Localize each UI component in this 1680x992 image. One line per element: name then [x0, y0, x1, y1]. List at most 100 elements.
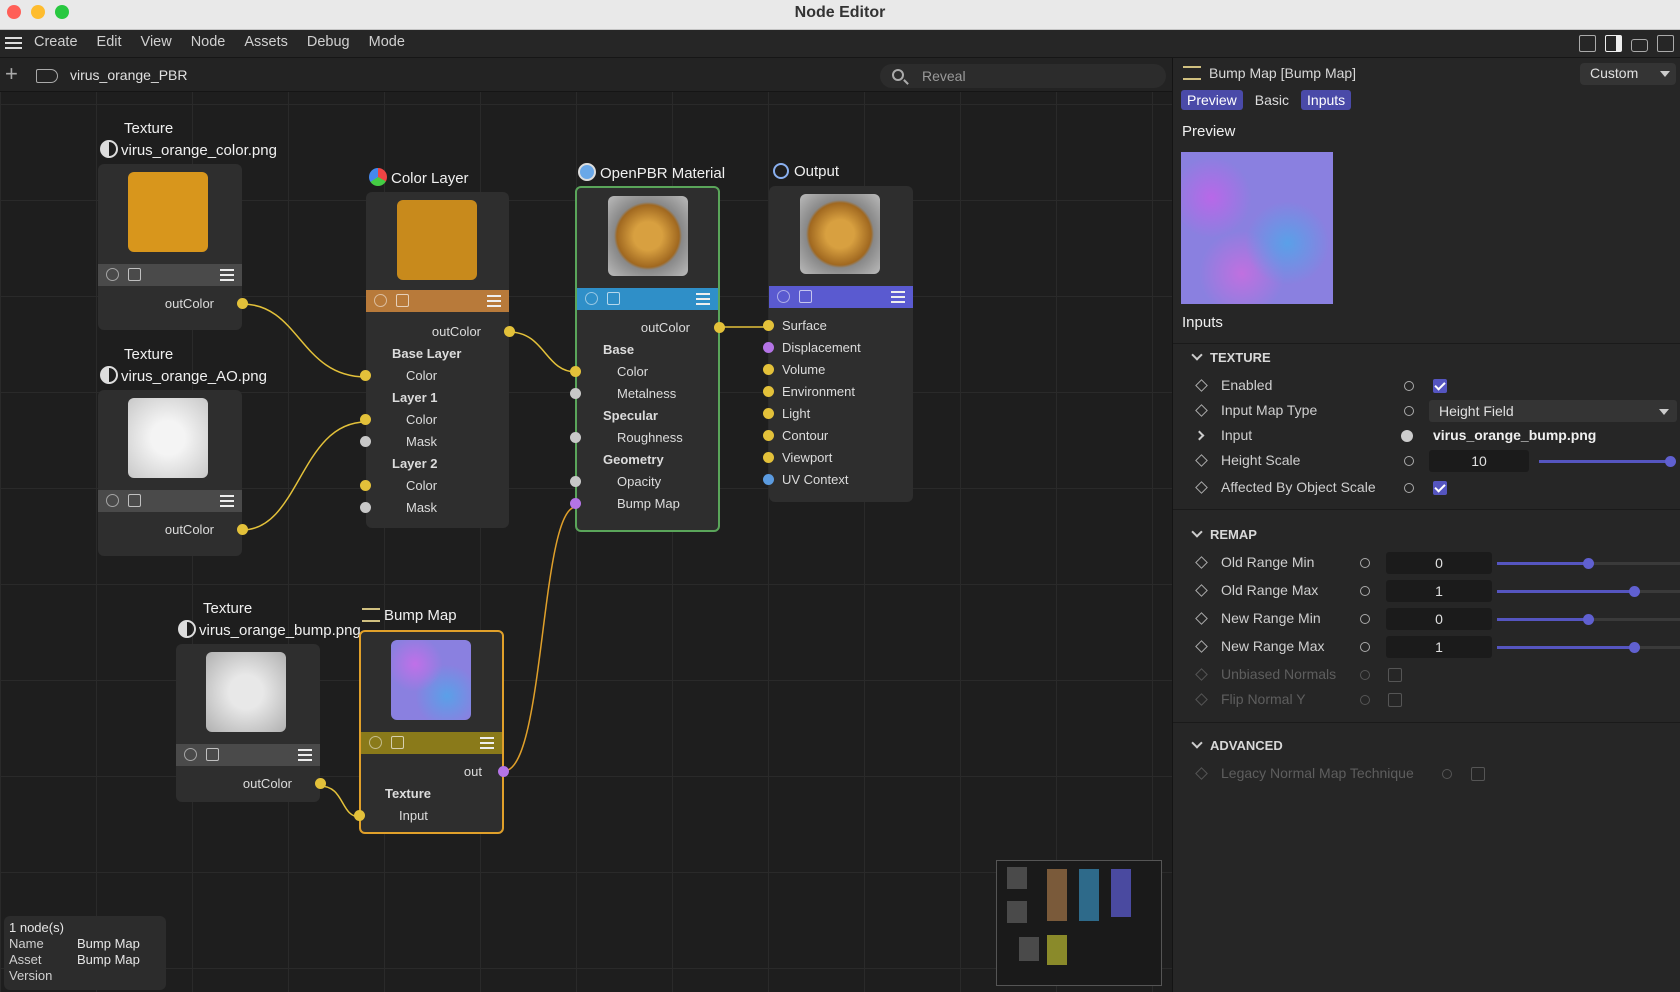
texture-bump-node[interactable]: outColor: [176, 644, 326, 802]
menu-debug[interactable]: Debug: [307, 34, 350, 50]
group-remap[interactable]: REMAP: [1193, 527, 1257, 542]
stream-icon[interactable]: [369, 736, 382, 749]
openpbr-material-node[interactable]: outColor Base Color Metalness Specular R…: [570, 186, 725, 532]
connect-icon[interactable]: [1360, 558, 1370, 568]
affected-checkbox[interactable]: [1433, 481, 1447, 495]
connected-icon[interactable]: [1401, 430, 1413, 442]
minimap[interactable]: [996, 860, 1162, 986]
tag-icon[interactable]: [36, 69, 58, 83]
enabled-checkbox[interactable]: [1433, 379, 1447, 393]
port-group-base[interactable]: Base: [603, 342, 634, 357]
output-port-dot[interactable]: [237, 524, 248, 535]
connect-icon[interactable]: [1360, 670, 1370, 680]
menu-icon[interactable]: [487, 295, 501, 307]
connect-icon[interactable]: [1442, 769, 1452, 779]
old-range-max-slider[interactable]: [1497, 586, 1680, 597]
stream-icon[interactable]: [585, 292, 598, 305]
input-port-dot[interactable]: [360, 502, 371, 513]
input-port-dot[interactable]: [570, 476, 581, 487]
new-range-min-field[interactable]: 0: [1386, 608, 1492, 630]
image-icon[interactable]: [128, 494, 141, 507]
image-icon[interactable]: [206, 748, 219, 761]
input-port-dot[interactable]: [360, 414, 371, 425]
stream-icon[interactable]: [374, 294, 387, 307]
menu-icon[interactable]: [220, 495, 234, 507]
old-range-max-field[interactable]: 1: [1386, 580, 1492, 602]
output-node[interactable]: Surface Displacement Volume Environment …: [763, 186, 913, 502]
menu-create[interactable]: Create: [34, 34, 78, 50]
connect-icon[interactable]: [1360, 614, 1370, 624]
legacy-normal-map-checkbox[interactable]: [1471, 767, 1485, 781]
input-port-dot[interactable]: [570, 366, 581, 377]
input-port-dot[interactable]: [763, 320, 774, 331]
stream-icon[interactable]: [184, 748, 197, 761]
lock-icon[interactable]: [1631, 39, 1648, 52]
input-port-dot[interactable]: [570, 432, 581, 443]
height-scale-slider[interactable]: [1539, 456, 1676, 467]
output-port-dot[interactable]: [498, 766, 509, 777]
menu-icon[interactable]: [696, 293, 710, 305]
input-port-dot[interactable]: [763, 342, 774, 353]
menu-view[interactable]: View: [141, 34, 172, 50]
hamburger-menu-icon[interactable]: [5, 37, 22, 51]
image-icon[interactable]: [391, 736, 404, 749]
port-group-texture[interactable]: Texture: [385, 786, 431, 801]
new-range-min-slider[interactable]: [1497, 614, 1680, 625]
keyframe-icon[interactable]: [1195, 693, 1208, 706]
slider-handle[interactable]: [1665, 456, 1676, 467]
connect-icon[interactable]: [1404, 381, 1414, 391]
node-canvas[interactable]: Texture virus_orange_color.png outColor …: [0, 92, 1172, 992]
color-layer-node[interactable]: outColor Base Layer Color Layer 1 Color …: [360, 192, 515, 528]
external-window-icon[interactable]: [1657, 35, 1674, 52]
port-group-base-layer[interactable]: Base Layer: [392, 346, 461, 361]
slider-handle[interactable]: [1583, 614, 1594, 625]
image-icon[interactable]: [128, 268, 141, 281]
input-port-dot[interactable]: [570, 498, 581, 509]
input-port-dot[interactable]: [354, 810, 365, 821]
port-group-layer1[interactable]: Layer 1: [392, 390, 438, 405]
stream-icon[interactable]: [106, 268, 119, 281]
layout-panel-icon[interactable]: [1605, 35, 1622, 52]
old-range-min-slider[interactable]: [1497, 558, 1680, 569]
tab-basic[interactable]: Basic: [1249, 90, 1295, 110]
output-port-dot[interactable]: [315, 778, 326, 789]
keyframe-icon[interactable]: [1195, 584, 1208, 597]
keyframe-icon[interactable]: [1195, 668, 1208, 681]
texture-ao-node[interactable]: outColor: [98, 390, 248, 556]
input-port-dot[interactable]: [570, 388, 581, 399]
connect-icon[interactable]: [1404, 406, 1414, 416]
connect-icon[interactable]: [1360, 695, 1370, 705]
menu-icon[interactable]: [298, 749, 312, 761]
menu-icon[interactable]: [480, 737, 494, 749]
keyframe-icon[interactable]: [1195, 454, 1208, 467]
slider-handle[interactable]: [1629, 642, 1640, 653]
output-port-dot[interactable]: [237, 298, 248, 309]
new-range-max-slider[interactable]: [1497, 642, 1680, 653]
input-port-dot[interactable]: [763, 408, 774, 419]
output-port-dot[interactable]: [504, 326, 515, 337]
port-group-specular[interactable]: Specular: [603, 408, 658, 423]
stream-icon[interactable]: [106, 494, 119, 507]
new-range-max-field[interactable]: 1: [1386, 636, 1492, 658]
keyframe-icon[interactable]: [1195, 612, 1208, 625]
input-port-dot[interactable]: [763, 452, 774, 463]
output-port-dot[interactable]: [714, 322, 725, 333]
menu-icon[interactable]: [220, 269, 234, 281]
input-port-dot[interactable]: [763, 430, 774, 441]
menu-icon[interactable]: [891, 291, 905, 303]
connect-icon[interactable]: [1404, 483, 1414, 493]
input-port-dot[interactable]: [763, 474, 774, 485]
input-map-type-select[interactable]: Height Field: [1429, 400, 1677, 422]
group-texture[interactable]: TEXTURE: [1193, 350, 1271, 365]
input-port-dot[interactable]: [763, 386, 774, 397]
stream-icon[interactable]: [777, 290, 790, 303]
bump-map-node[interactable]: out Texture Input: [354, 630, 509, 834]
keyframe-icon[interactable]: [1195, 379, 1208, 392]
port-group-layer2[interactable]: Layer 2: [392, 456, 438, 471]
keyframe-icon[interactable]: [1195, 404, 1208, 417]
slider-handle[interactable]: [1583, 558, 1594, 569]
add-icon[interactable]: +: [5, 63, 18, 85]
input-port-dot[interactable]: [360, 370, 371, 381]
connect-icon[interactable]: [1360, 642, 1370, 652]
connect-icon[interactable]: [1404, 456, 1414, 466]
